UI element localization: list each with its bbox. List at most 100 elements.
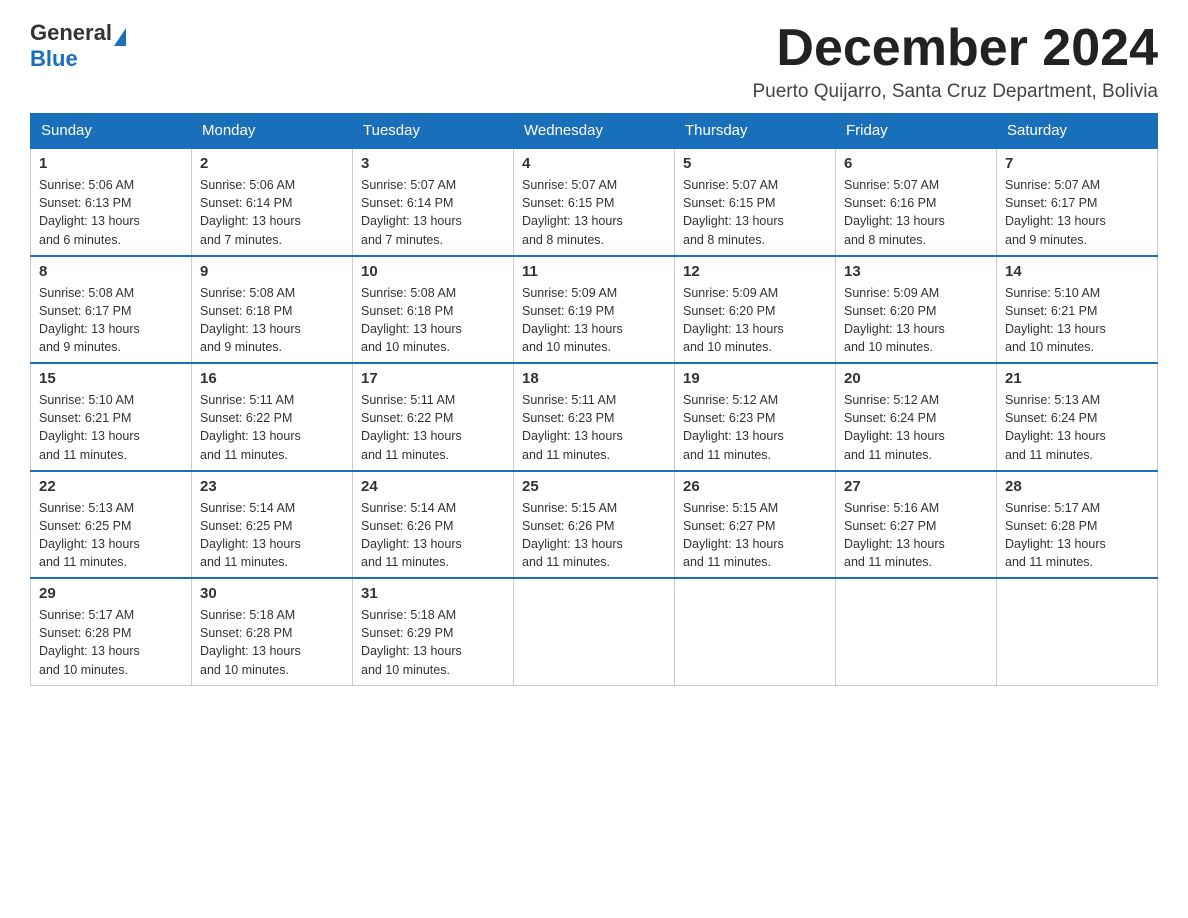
day-number: 17 (361, 370, 505, 387)
calendar-week-row: 15 Sunrise: 5:10 AM Sunset: 6:21 PM Dayl… (31, 363, 1158, 471)
day-number: 28 (1005, 478, 1149, 495)
table-row: 14 Sunrise: 5:10 AM Sunset: 6:21 PM Dayl… (997, 256, 1158, 364)
month-title: December 2024 (752, 20, 1158, 77)
table-row: 20 Sunrise: 5:12 AM Sunset: 6:24 PM Dayl… (836, 363, 997, 471)
table-row: 3 Sunrise: 5:07 AM Sunset: 6:14 PM Dayli… (353, 148, 514, 256)
day-number: 6 (844, 155, 988, 172)
table-row: 13 Sunrise: 5:09 AM Sunset: 6:20 PM Dayl… (836, 256, 997, 364)
day-number: 29 (39, 585, 183, 602)
col-thursday: Thursday (675, 114, 836, 149)
table-row (675, 578, 836, 685)
day-info: Sunrise: 5:07 AM Sunset: 6:16 PM Dayligh… (844, 176, 988, 249)
day-number: 24 (361, 478, 505, 495)
day-info: Sunrise: 5:10 AM Sunset: 6:21 PM Dayligh… (39, 391, 183, 464)
table-row: 24 Sunrise: 5:14 AM Sunset: 6:26 PM Dayl… (353, 471, 514, 579)
day-number: 7 (1005, 155, 1149, 172)
table-row: 10 Sunrise: 5:08 AM Sunset: 6:18 PM Dayl… (353, 256, 514, 364)
day-info: Sunrise: 5:08 AM Sunset: 6:18 PM Dayligh… (361, 284, 505, 357)
logo: General Blue (30, 20, 126, 72)
day-info: Sunrise: 5:15 AM Sunset: 6:27 PM Dayligh… (683, 499, 827, 572)
table-row (997, 578, 1158, 685)
day-info: Sunrise: 5:08 AM Sunset: 6:18 PM Dayligh… (200, 284, 344, 357)
day-number: 20 (844, 370, 988, 387)
table-row: 11 Sunrise: 5:09 AM Sunset: 6:19 PM Dayl… (514, 256, 675, 364)
day-info: Sunrise: 5:13 AM Sunset: 6:24 PM Dayligh… (1005, 391, 1149, 464)
day-number: 27 (844, 478, 988, 495)
table-row: 30 Sunrise: 5:18 AM Sunset: 6:28 PM Dayl… (192, 578, 353, 685)
table-row: 23 Sunrise: 5:14 AM Sunset: 6:25 PM Dayl… (192, 471, 353, 579)
day-number: 2 (200, 155, 344, 172)
table-row: 12 Sunrise: 5:09 AM Sunset: 6:20 PM Dayl… (675, 256, 836, 364)
day-info: Sunrise: 5:17 AM Sunset: 6:28 PM Dayligh… (1005, 499, 1149, 572)
day-number: 23 (200, 478, 344, 495)
calendar-table: Sunday Monday Tuesday Wednesday Thursday… (30, 113, 1158, 686)
day-number: 21 (1005, 370, 1149, 387)
day-number: 9 (200, 263, 344, 280)
location-subtitle: Puerto Quijarro, Santa Cruz Department, … (752, 81, 1158, 103)
day-number: 4 (522, 155, 666, 172)
day-info: Sunrise: 5:11 AM Sunset: 6:23 PM Dayligh… (522, 391, 666, 464)
table-row: 28 Sunrise: 5:17 AM Sunset: 6:28 PM Dayl… (997, 471, 1158, 579)
table-row: 22 Sunrise: 5:13 AM Sunset: 6:25 PM Dayl… (31, 471, 192, 579)
table-row: 21 Sunrise: 5:13 AM Sunset: 6:24 PM Dayl… (997, 363, 1158, 471)
table-row: 17 Sunrise: 5:11 AM Sunset: 6:22 PM Dayl… (353, 363, 514, 471)
day-info: Sunrise: 5:09 AM Sunset: 6:20 PM Dayligh… (844, 284, 988, 357)
table-row (836, 578, 997, 685)
day-number: 26 (683, 478, 827, 495)
day-info: Sunrise: 5:14 AM Sunset: 6:25 PM Dayligh… (200, 499, 344, 572)
day-info: Sunrise: 5:06 AM Sunset: 6:13 PM Dayligh… (39, 176, 183, 249)
day-number: 15 (39, 370, 183, 387)
table-row: 19 Sunrise: 5:12 AM Sunset: 6:23 PM Dayl… (675, 363, 836, 471)
table-row: 16 Sunrise: 5:11 AM Sunset: 6:22 PM Dayl… (192, 363, 353, 471)
calendar-header-row: Sunday Monday Tuesday Wednesday Thursday… (31, 114, 1158, 149)
calendar-week-row: 22 Sunrise: 5:13 AM Sunset: 6:25 PM Dayl… (31, 471, 1158, 579)
table-row: 29 Sunrise: 5:17 AM Sunset: 6:28 PM Dayl… (31, 578, 192, 685)
day-info: Sunrise: 5:15 AM Sunset: 6:26 PM Dayligh… (522, 499, 666, 572)
table-row: 15 Sunrise: 5:10 AM Sunset: 6:21 PM Dayl… (31, 363, 192, 471)
page-header: General Blue December 2024 Puerto Quijar… (30, 20, 1158, 103)
day-number: 10 (361, 263, 505, 280)
day-info: Sunrise: 5:11 AM Sunset: 6:22 PM Dayligh… (361, 391, 505, 464)
day-info: Sunrise: 5:16 AM Sunset: 6:27 PM Dayligh… (844, 499, 988, 572)
day-number: 14 (1005, 263, 1149, 280)
logo-general: General (30, 20, 112, 46)
table-row: 7 Sunrise: 5:07 AM Sunset: 6:17 PM Dayli… (997, 148, 1158, 256)
calendar-week-row: 29 Sunrise: 5:17 AM Sunset: 6:28 PM Dayl… (31, 578, 1158, 685)
day-info: Sunrise: 5:07 AM Sunset: 6:17 PM Dayligh… (1005, 176, 1149, 249)
day-number: 19 (683, 370, 827, 387)
day-info: Sunrise: 5:17 AM Sunset: 6:28 PM Dayligh… (39, 606, 183, 679)
logo-blue: Blue (30, 46, 78, 72)
day-number: 18 (522, 370, 666, 387)
day-info: Sunrise: 5:09 AM Sunset: 6:20 PM Dayligh… (683, 284, 827, 357)
day-info: Sunrise: 5:07 AM Sunset: 6:14 PM Dayligh… (361, 176, 505, 249)
day-number: 31 (361, 585, 505, 602)
day-number: 25 (522, 478, 666, 495)
table-row: 25 Sunrise: 5:15 AM Sunset: 6:26 PM Dayl… (514, 471, 675, 579)
title-area: December 2024 Puerto Quijarro, Santa Cru… (752, 20, 1158, 103)
day-info: Sunrise: 5:18 AM Sunset: 6:29 PM Dayligh… (361, 606, 505, 679)
table-row: 26 Sunrise: 5:15 AM Sunset: 6:27 PM Dayl… (675, 471, 836, 579)
table-row: 27 Sunrise: 5:16 AM Sunset: 6:27 PM Dayl… (836, 471, 997, 579)
table-row: 2 Sunrise: 5:06 AM Sunset: 6:14 PM Dayli… (192, 148, 353, 256)
calendar-week-row: 1 Sunrise: 5:06 AM Sunset: 6:13 PM Dayli… (31, 148, 1158, 256)
day-number: 11 (522, 263, 666, 280)
day-number: 1 (39, 155, 183, 172)
day-info: Sunrise: 5:06 AM Sunset: 6:14 PM Dayligh… (200, 176, 344, 249)
day-number: 5 (683, 155, 827, 172)
table-row: 1 Sunrise: 5:06 AM Sunset: 6:13 PM Dayli… (31, 148, 192, 256)
day-info: Sunrise: 5:14 AM Sunset: 6:26 PM Dayligh… (361, 499, 505, 572)
day-info: Sunrise: 5:12 AM Sunset: 6:23 PM Dayligh… (683, 391, 827, 464)
col-tuesday: Tuesday (353, 114, 514, 149)
day-number: 8 (39, 263, 183, 280)
day-info: Sunrise: 5:11 AM Sunset: 6:22 PM Dayligh… (200, 391, 344, 464)
col-sunday: Sunday (31, 114, 192, 149)
day-number: 3 (361, 155, 505, 172)
table-row: 18 Sunrise: 5:11 AM Sunset: 6:23 PM Dayl… (514, 363, 675, 471)
day-number: 22 (39, 478, 183, 495)
table-row: 9 Sunrise: 5:08 AM Sunset: 6:18 PM Dayli… (192, 256, 353, 364)
col-wednesday: Wednesday (514, 114, 675, 149)
day-info: Sunrise: 5:08 AM Sunset: 6:17 PM Dayligh… (39, 284, 183, 357)
day-number: 30 (200, 585, 344, 602)
day-info: Sunrise: 5:10 AM Sunset: 6:21 PM Dayligh… (1005, 284, 1149, 357)
day-number: 13 (844, 263, 988, 280)
